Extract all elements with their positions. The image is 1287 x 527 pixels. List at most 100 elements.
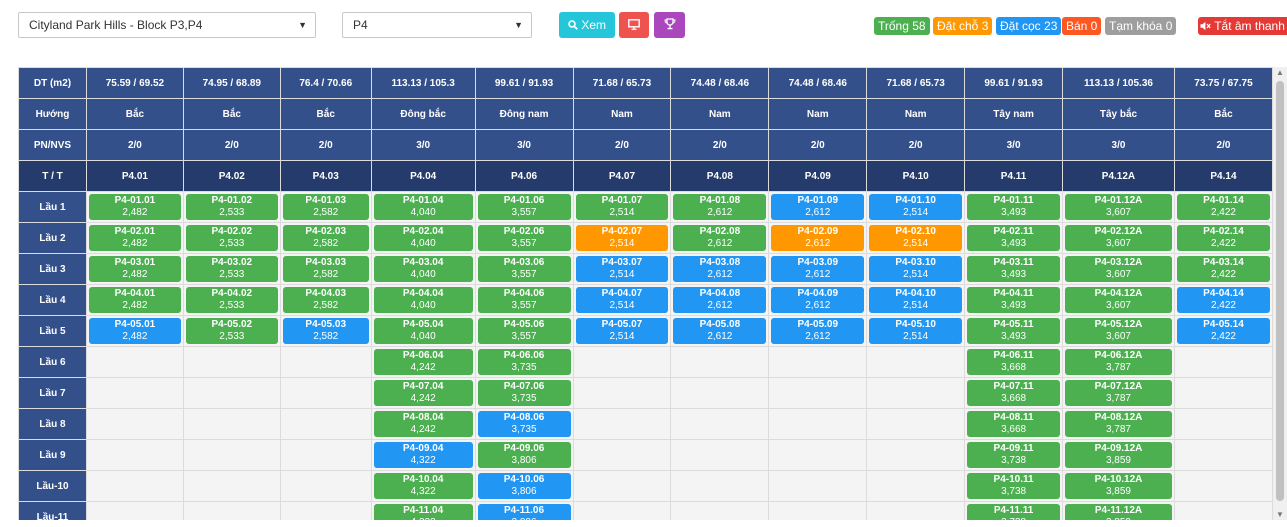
unit-tile[interactable]: P4-01.07 2,514: [575, 194, 669, 220]
unit-tile[interactable]: P4-02.11 3,493: [967, 225, 1061, 251]
view-button[interactable]: Xem: [559, 12, 615, 38]
unit-tile[interactable]: P4-05.09 2,612: [771, 318, 865, 344]
unit-tile[interactable]: P4-02.02 2,533: [185, 225, 278, 251]
unit-tile[interactable]: P4-05.01 2,482: [88, 318, 181, 344]
unit-tile[interactable]: P4-01.11 3,493: [967, 194, 1061, 220]
unit-tile[interactable]: P4-03.10 2,514: [869, 256, 963, 282]
unit-tile[interactable]: P4-06.04 4,242: [373, 349, 473, 375]
unit-tile[interactable]: P4-02.10 2,514: [869, 225, 963, 251]
unit-tile[interactable]: P4-10.04 4,322: [373, 473, 473, 499]
unit-tile[interactable]: P4-01.10 2,514: [869, 194, 963, 220]
unit-tile[interactable]: P4-03.06 3,557: [477, 256, 571, 282]
unit-tile[interactable]: P4-08.12A 3,787: [1065, 411, 1172, 437]
unit-tile[interactable]: P4-01.12A 3,607: [1065, 194, 1172, 220]
unit-tile[interactable]: P4-04.14 2,422: [1176, 287, 1270, 313]
unit-tile[interactable]: P4-10.11 3,738: [967, 473, 1061, 499]
unit-tile[interactable]: P4-01.14 2,422: [1176, 194, 1270, 220]
unit-tile[interactable]: P4-02.06 3,557: [477, 225, 571, 251]
legend-sold[interactable]: Bán 0: [1062, 17, 1102, 35]
trophy-button[interactable]: [654, 12, 685, 38]
unit-tile[interactable]: P4-02.14 2,422: [1176, 225, 1270, 251]
unit-tile[interactable]: P4-11.12A3,859: [1065, 504, 1172, 520]
unit-tile[interactable]: P4-01.04 4,040: [373, 194, 473, 220]
unit-tile[interactable]: P4-01.02 2,533: [185, 194, 278, 220]
mute-button[interactable]: Tắt âm thanh: [1198, 17, 1287, 35]
block-select[interactable]: P4 ▼: [342, 12, 532, 38]
unit-tile[interactable]: P4-11.113,738: [967, 504, 1061, 520]
unit-tile[interactable]: P4-11.044,322: [373, 504, 473, 520]
project-select[interactable]: Cityland Park Hills - Block P3,P4 ▼: [18, 12, 316, 38]
scroll-up-icon[interactable]: ▲: [1276, 68, 1284, 77]
unit-tile[interactable]: P4-02.09 2,612: [771, 225, 865, 251]
scroll-down-icon[interactable]: ▼: [1276, 510, 1284, 519]
unit-tile[interactable]: P4-03.12A 3,607: [1065, 256, 1172, 282]
unit-tile[interactable]: P4-03.14 2,422: [1176, 256, 1270, 282]
unit-tile[interactable]: P4-06.11 3,668: [967, 349, 1061, 375]
unit-tile[interactable]: P4-10.12A 3,859: [1065, 473, 1172, 499]
unit-tile[interactable]: P4-02.01 2,482: [88, 225, 181, 251]
legend-available[interactable]: Trống 58: [874, 17, 930, 35]
unit-tile[interactable]: P4-04.10 2,514: [869, 287, 963, 313]
unit-tile[interactable]: P4-05.10 2,514: [869, 318, 963, 344]
unit-tile[interactable]: P4-03.03 2,582: [282, 256, 369, 282]
unit-tile[interactable]: P4-10.06 3,806: [477, 473, 571, 499]
unit-tile[interactable]: P4-03.11 3,493: [967, 256, 1061, 282]
unit-tile[interactable]: P4-02.03 2,582: [282, 225, 369, 251]
legend-locked[interactable]: Tạm khóa 0: [1105, 17, 1177, 35]
unit-tile[interactable]: P4-02.12A 3,607: [1065, 225, 1172, 251]
unit-tile[interactable]: P4-06.06 3,735: [477, 349, 571, 375]
unit-tile[interactable]: P4-05.11 3,493: [967, 318, 1061, 344]
unit-tile[interactable]: P4-04.01 2,482: [88, 287, 181, 313]
unit-tile[interactable]: P4-01.09 2,612: [771, 194, 865, 220]
unit-tile[interactable]: P4-03.01 2,482: [88, 256, 181, 282]
unit-tile[interactable]: P4-04.12A 3,607: [1065, 287, 1172, 313]
unit-tile[interactable]: P4-05.06 3,557: [477, 318, 571, 344]
unit-tile[interactable]: P4-08.11 3,668: [967, 411, 1061, 437]
unit-tile[interactable]: P4-07.04 4,242: [373, 380, 473, 406]
unit-tile[interactable]: P4-04.02 2,533: [185, 287, 278, 313]
unit-tile[interactable]: P4-01.06 3,557: [477, 194, 571, 220]
unit-tile[interactable]: P4-01.08 2,612: [673, 194, 767, 220]
unit-tile[interactable]: P4-09.12A 3,859: [1065, 442, 1172, 468]
unit-tile[interactable]: P4-09.06 3,806: [477, 442, 571, 468]
legend-deposited[interactable]: Đặt cọc 23: [996, 17, 1062, 35]
unit-tile[interactable]: P4-03.02 2,533: [185, 256, 278, 282]
unit-tile[interactable]: P4-05.12A 3,607: [1065, 318, 1172, 344]
unit-tile[interactable]: P4-11.063,806: [477, 504, 571, 520]
scrollbar-thumb[interactable]: [1276, 81, 1284, 501]
unit-tile[interactable]: P4-03.08 2,612: [673, 256, 767, 282]
unit-tile[interactable]: P4-05.14 2,422: [1176, 318, 1270, 344]
unit-tile[interactable]: P4-05.04 4,040: [373, 318, 473, 344]
unit-tile[interactable]: P4-05.08 2,612: [673, 318, 767, 344]
unit-tile[interactable]: P4-07.06 3,735: [477, 380, 571, 406]
unit-tile[interactable]: P4-05.07 2,514: [575, 318, 669, 344]
unit-tile[interactable]: P4-09.04 4,322: [373, 442, 473, 468]
unit-tile[interactable]: P4-06.12A 3,787: [1065, 349, 1172, 375]
unit-tile[interactable]: P4-02.04 4,040: [373, 225, 473, 251]
unit-tile[interactable]: P4-04.03 2,582: [282, 287, 369, 313]
unit-tile[interactable]: P4-03.09 2,612: [771, 256, 865, 282]
unit-tile[interactable]: P4-03.04 4,040: [373, 256, 473, 282]
unit-tile[interactable]: P4-01.03 2,582: [282, 194, 369, 220]
unit-tile[interactable]: P4-04.07 2,514: [575, 287, 669, 313]
unit-tile[interactable]: P4-05.02 2,533: [185, 318, 278, 344]
unit-tile[interactable]: P4-04.09 2,612: [771, 287, 865, 313]
unit-tile[interactable]: P4-02.07 2,514: [575, 225, 669, 251]
unit-tile[interactable]: P4-04.06 3,557: [477, 287, 571, 313]
unit-tile[interactable]: P4-08.06 3,735: [477, 411, 571, 437]
unit-tile[interactable]: P4-04.11 3,493: [967, 287, 1061, 313]
unit-tile[interactable]: P4-07.11 3,668: [967, 380, 1061, 406]
legend-reserved[interactable]: Đặt chỗ 3: [933, 17, 993, 35]
unit-tile[interactable]: P4-04.08 2,612: [673, 287, 767, 313]
unit-tile[interactable]: P4-09.11 3,738: [967, 442, 1061, 468]
unit-tile[interactable]: P4-03.07 2,514: [575, 256, 669, 282]
unit-tile[interactable]: P4-07.12A 3,787: [1065, 380, 1172, 406]
vertical-scrollbar[interactable]: ▲ ▼: [1273, 67, 1287, 520]
unit-tile[interactable]: P4-01.01 2,482: [88, 194, 181, 220]
unit-tile[interactable]: P4-04.04 4,040: [373, 287, 473, 313]
unit-tile[interactable]: P4-02.08 2,612: [673, 225, 767, 251]
unit-tile[interactable]: P4-08.04 4,242: [373, 411, 473, 437]
column-rooms: 3/0: [1062, 129, 1175, 161]
unit-tile[interactable]: P4-05.03 2,582: [282, 318, 369, 344]
screen-button[interactable]: [619, 12, 649, 38]
